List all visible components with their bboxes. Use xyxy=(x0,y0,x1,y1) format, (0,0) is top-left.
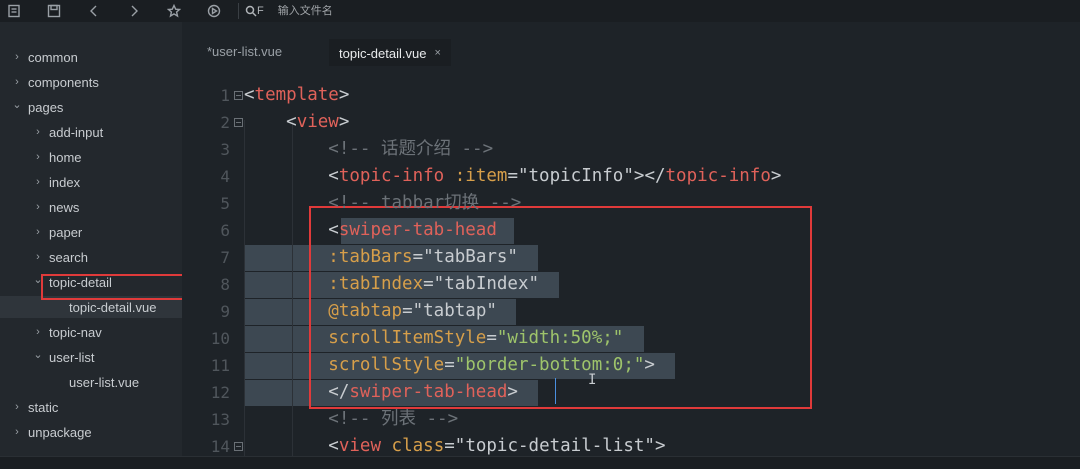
tab-topic-detail[interactable]: topic-detail.vue × xyxy=(329,39,451,67)
code-line[interactable]: scrollItemStyle="width:50%;" xyxy=(244,325,623,352)
code-line[interactable]: <!-- tabbar切换 --> xyxy=(244,190,521,217)
sidebar-item-user-list-vue[interactable]: user-list.vue xyxy=(0,371,182,393)
forward-icon[interactable] xyxy=(126,3,142,19)
sidebar-item-label: user-list.vue xyxy=(69,374,140,390)
tab-user-list[interactable]: *user-list.vue xyxy=(207,44,282,59)
chevron-right-icon[interactable]: › xyxy=(12,51,22,63)
sidebar-item-label: search xyxy=(49,249,89,265)
run-icon[interactable] xyxy=(206,3,222,19)
chevron-down-icon[interactable]: ⌄ xyxy=(12,98,22,111)
line-number: 1 xyxy=(220,86,230,105)
chevron-right-icon[interactable]: › xyxy=(12,401,22,413)
chevron-right-icon[interactable]: › xyxy=(33,151,43,163)
save-icon[interactable] xyxy=(46,3,62,19)
text-cursor xyxy=(555,378,556,404)
sidebar-item-topic-nav[interactable]: › topic-nav xyxy=(0,321,182,343)
status-bar xyxy=(0,456,1080,469)
code-line[interactable]: @tabtap="tabtap" xyxy=(244,298,497,325)
line-number: 13 xyxy=(210,410,230,429)
sidebar-item-pages[interactable]: ⌄ pages xyxy=(0,96,182,118)
sidebar-item-paper[interactable]: › paper xyxy=(0,221,182,243)
toolbar-divider xyxy=(238,3,239,19)
sidebar-item-common[interactable]: › common xyxy=(0,46,182,68)
sidebar-item-components[interactable]: › components xyxy=(0,71,182,93)
code-line[interactable]: :tabBars="tabBars" xyxy=(244,244,518,271)
sidebar-item-label: paper xyxy=(49,224,83,240)
chevron-down-icon[interactable]: ⌄ xyxy=(33,348,43,361)
sidebar-item-label: add-input xyxy=(49,124,104,140)
sidebar-item-static[interactable]: › static xyxy=(0,396,182,418)
chevron-right-icon[interactable]: › xyxy=(33,251,43,263)
chevron-right-icon[interactable]: › xyxy=(12,426,22,438)
sidebar-item-home[interactable]: › home xyxy=(0,146,182,168)
code-line[interactable]: <!-- 列表 --> xyxy=(244,406,458,433)
line-number: 8 xyxy=(220,275,230,294)
sidebar-item-label: topic-detail.vue xyxy=(69,299,157,315)
code-line[interactable]: <view> xyxy=(244,109,349,136)
sidebar-item-label: index xyxy=(49,174,81,190)
code-line[interactable]: <swiper-tab-head xyxy=(244,217,497,244)
code-line[interactable]: :tabIndex="tabIndex" xyxy=(244,271,539,298)
sidebar-item-news[interactable]: › news xyxy=(0,196,182,218)
code-line[interactable]: <topic-info :item="topicInfo"></topic-in… xyxy=(244,163,781,190)
sidebar-item-label: home xyxy=(49,149,82,165)
sidebar-item-label: pages xyxy=(28,99,64,115)
line-number: 5 xyxy=(220,194,230,213)
sidebar-highlight-box xyxy=(41,274,203,300)
sidebar-item-label: common xyxy=(28,49,78,65)
line-number: 9 xyxy=(220,302,230,321)
chevron-right-icon[interactable]: › xyxy=(12,76,22,88)
tab-label: *user-list.vue xyxy=(207,44,283,59)
sidebar-item-label: unpackage xyxy=(28,424,92,440)
line-number: 11 xyxy=(210,356,230,375)
back-icon[interactable] xyxy=(86,3,102,19)
sidebar-item-index[interactable]: › index xyxy=(0,171,182,193)
line-number: 3 xyxy=(220,140,230,159)
line-number: 14 xyxy=(210,437,230,456)
star-icon[interactable] xyxy=(166,3,182,19)
line-number: 7 xyxy=(220,248,230,267)
search-icon[interactable]: F xyxy=(245,5,264,17)
code-line[interactable]: </swiper-tab-head> xyxy=(244,379,518,406)
line-number: 4 xyxy=(220,167,230,186)
chevron-right-icon[interactable]: › xyxy=(33,126,43,138)
sidebar-item-unpackage[interactable]: › unpackage xyxy=(0,421,182,443)
code-line[interactable]: <!-- 话题介绍 --> xyxy=(244,136,493,163)
fold-toggle-icon[interactable] xyxy=(234,442,243,451)
chevron-right-icon[interactable]: › xyxy=(33,326,43,338)
sidebar-item-label: static xyxy=(28,399,59,415)
new-file-icon[interactable] xyxy=(6,3,22,19)
sidebar-item-add-input[interactable]: › add-input xyxy=(0,121,182,143)
sidebar-item-search[interactable]: › search xyxy=(0,246,182,268)
chevron-right-icon[interactable]: › xyxy=(33,176,43,188)
code-line[interactable]: <view class="topic-detail-list"> xyxy=(244,433,665,456)
editor-tabs: *user-list.vue topic-detail.vue × xyxy=(182,22,1080,67)
sidebar-item-user-list[interactable]: ⌄ user-list xyxy=(0,346,182,368)
file-search-input[interactable] xyxy=(277,5,578,17)
line-number: 2 xyxy=(220,113,230,132)
sidebar-item-label: user-list xyxy=(49,349,95,365)
close-icon[interactable]: × xyxy=(434,47,440,59)
fold-toggle-icon[interactable] xyxy=(234,91,243,100)
project-tree: › common › components ⌄ pages › add-input › home ›… xyxy=(0,22,182,456)
fold-toggle-icon[interactable] xyxy=(234,118,243,127)
search-shortcut-label: F xyxy=(257,5,264,17)
chevron-right-icon[interactable]: › xyxy=(33,201,43,213)
line-number: 10 xyxy=(210,329,230,348)
code-line[interactable]: <template> xyxy=(244,82,349,109)
sidebar-item-label: components xyxy=(28,74,99,90)
sidebar-item-label: news xyxy=(49,199,80,215)
chevron-right-icon[interactable]: › xyxy=(33,226,43,238)
tab-label: topic-detail.vue xyxy=(339,45,427,61)
toolbar: F xyxy=(0,0,1080,22)
code-line[interactable]: scrollStyle="border-bottom:0;"> xyxy=(244,352,655,379)
line-number: 12 xyxy=(210,383,230,402)
line-number: 6 xyxy=(220,221,230,240)
sidebar-item-label: topic-nav xyxy=(49,324,102,340)
